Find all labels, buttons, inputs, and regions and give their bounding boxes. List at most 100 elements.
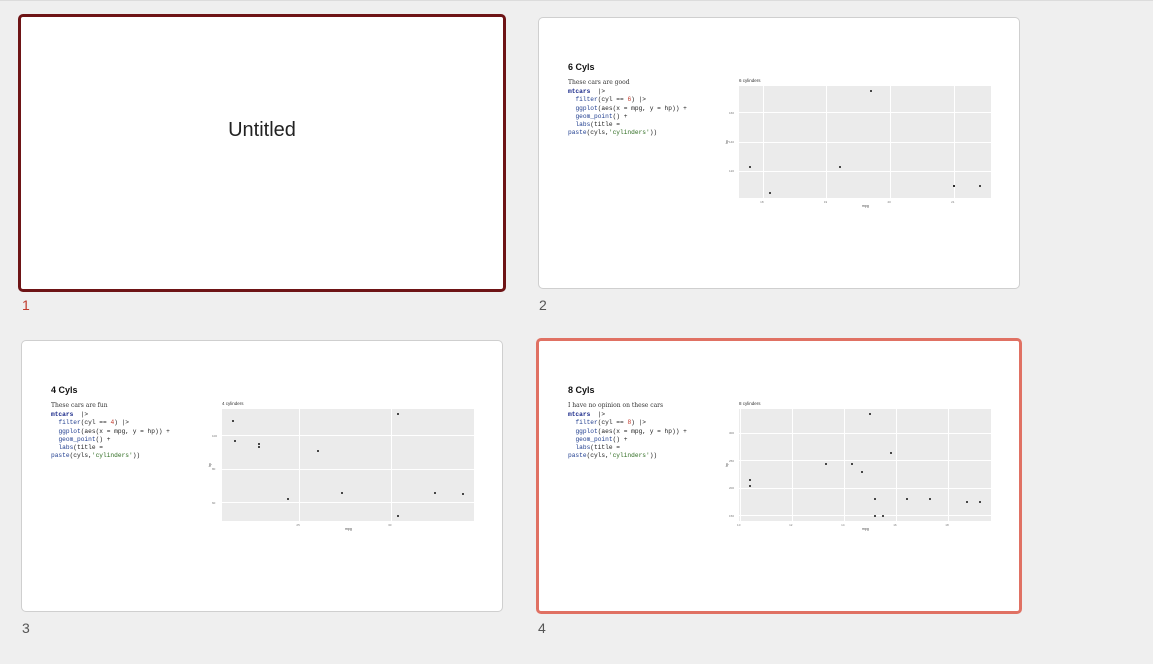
data-point <box>340 491 343 494</box>
grid-line <box>222 468 474 470</box>
y-tick-label: 300 <box>729 431 735 436</box>
slide-thumbnail-4[interactable]: 8 Cyls I have no opinion on these cars m… <box>536 338 1022 614</box>
slide-subtitle: These cars are good <box>568 79 630 86</box>
code-token: geom_point <box>575 435 613 443</box>
data-point <box>434 491 437 494</box>
slide-thumbnail-1[interactable]: Untitled <box>18 14 506 292</box>
plot-title: 6 cylinders <box>739 78 761 83</box>
slide-title: Untitled <box>228 119 296 141</box>
plot-title: 4 cylinders <box>222 401 244 406</box>
code-token: filter <box>575 419 598 427</box>
slide-title: 6 Cyls <box>568 62 595 72</box>
code-number: 4 <box>110 419 115 427</box>
code-token: labs <box>575 121 591 129</box>
y-tick-label: 120 <box>729 169 735 174</box>
y-axis-label: hp <box>724 463 729 467</box>
code-token: labs <box>58 444 74 452</box>
plot-panel <box>739 409 991 521</box>
code-token: labs <box>575 444 591 452</box>
x-tick-label: 18 <box>760 200 764 204</box>
code-token: paste <box>568 129 587 137</box>
data-point <box>768 191 771 194</box>
slide-number-4: 4 <box>538 620 546 636</box>
code-token: geom_point <box>575 112 613 120</box>
grid-line <box>739 409 741 521</box>
plot-panel <box>222 409 474 521</box>
grid-line <box>390 409 392 521</box>
code-token: filter <box>575 96 598 104</box>
top-divider <box>0 0 1153 1</box>
code-token: mtcars <box>568 411 591 418</box>
x-tick-label: 20 <box>887 200 891 204</box>
y-tick-label: 160 <box>729 110 735 115</box>
grid-line <box>222 502 474 504</box>
code-token: paste <box>51 452 70 460</box>
slide-number-3: 3 <box>22 620 30 636</box>
x-tick-label: 19 <box>823 200 828 204</box>
x-tick-label: 21 <box>951 200 955 204</box>
plot-title: 8 cylinders <box>739 401 761 406</box>
code-block: mtcars |> filter(cyl == 4) |> ggplot(aes… <box>51 411 170 460</box>
code-number: 8 <box>627 419 632 427</box>
grid-line <box>895 409 897 521</box>
data-point <box>978 501 981 504</box>
code-token: geom_point <box>58 435 96 443</box>
data-point <box>824 462 827 465</box>
code-token: ggplot <box>575 427 598 435</box>
code-block: mtcars |> filter(cyl == 8) |> ggplot(aes… <box>568 411 687 460</box>
code-number: 6 <box>627 96 632 104</box>
grid-line <box>947 409 949 521</box>
slide-subtitle: These cars are fun <box>51 402 108 409</box>
data-point <box>978 184 981 187</box>
x-tick-label: 10 <box>737 523 741 527</box>
code-string: 'cylinders' <box>608 129 650 137</box>
data-point <box>461 493 464 496</box>
code-token: mtcars <box>51 411 74 418</box>
grid-line <box>739 460 991 462</box>
grid-line <box>222 435 474 437</box>
code-block: mtcars |> filter(cyl == 6) |> ggplot(aes… <box>568 88 687 137</box>
code-token: paste <box>568 452 587 460</box>
y-axis-label: hp <box>207 463 212 467</box>
code-token: ggplot <box>575 104 598 112</box>
grid-line <box>739 141 991 143</box>
data-point <box>316 449 319 452</box>
code-token: filter <box>58 419 81 427</box>
x-tick-label: 30 <box>388 523 392 527</box>
slide-number-1: 1 <box>22 297 30 313</box>
x-tick-label: 18 <box>945 523 949 527</box>
grid-line <box>298 409 300 521</box>
x-tick-label: 25 <box>296 523 300 527</box>
x-tick-label: 16 <box>893 523 897 527</box>
code-token: ggplot <box>58 427 81 435</box>
y-tick-label: 200 <box>729 486 735 491</box>
y-tick-label: 140 <box>729 140 735 144</box>
y-tick-label: 100 <box>212 433 218 438</box>
data-point <box>953 184 956 187</box>
slide-subtitle: I have no opinion on these cars <box>568 402 664 409</box>
slide-thumbnail-3[interactable]: 4 Cyls These cars are fun mtcars |> filt… <box>21 340 503 612</box>
slide-number-2: 2 <box>539 297 547 313</box>
grid-line <box>739 487 991 489</box>
grid-line <box>739 112 991 114</box>
x-tick-label: 12 <box>789 523 793 527</box>
slide-thumbnail-2[interactable]: 6 Cyls These cars are good mtcars |> fil… <box>538 17 1020 289</box>
data-point <box>965 501 968 504</box>
y-tick-label: 150 <box>729 513 735 518</box>
data-point <box>850 462 853 465</box>
grid-line <box>739 515 991 517</box>
code-string: 'cylinders' <box>91 452 133 460</box>
code-string: 'cylinders' <box>608 452 650 460</box>
grid-line <box>739 170 991 172</box>
y-tick-label: 60 <box>212 500 216 505</box>
grid-line <box>739 432 991 434</box>
x-axis-label: mpg <box>862 204 869 208</box>
y-tick-label: 80 <box>212 467 216 472</box>
code-token: mtcars <box>568 88 591 95</box>
x-axis-label: mpg <box>345 527 352 531</box>
slide-title: 4 Cyls <box>51 385 78 395</box>
y-tick-label: 250 <box>729 458 735 463</box>
slide-title: 8 Cyls <box>568 385 595 395</box>
x-axis-label: mpg <box>862 527 869 531</box>
data-point <box>838 165 841 168</box>
